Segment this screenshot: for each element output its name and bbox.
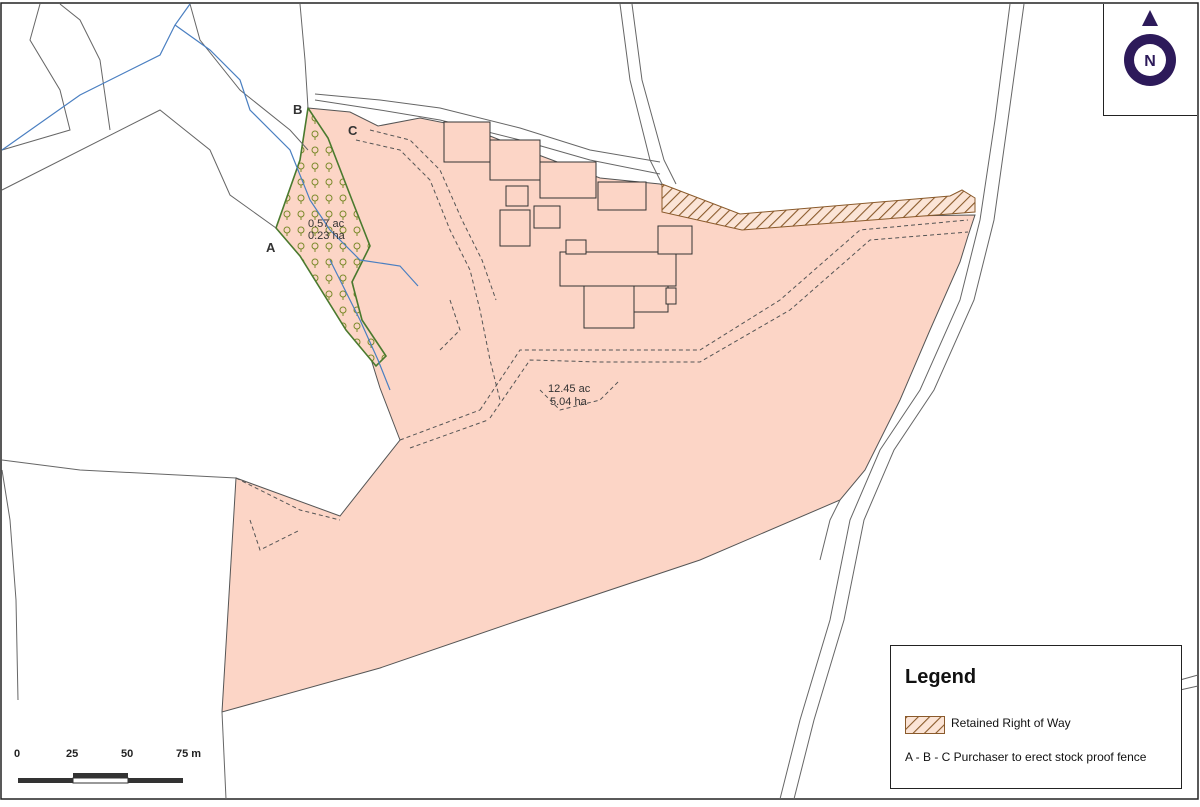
legend-item-right-of-way: Retained Right of Way	[951, 716, 1071, 730]
point-a-label: A	[266, 240, 276, 255]
right-of-way-swatch	[905, 716, 945, 734]
main-acres-label: 12.45 ac	[548, 383, 591, 395]
legend-panel: Legend Retained Right of Way A - B - C P…	[890, 645, 1182, 789]
north-arrow-icon: N	[1124, 10, 1176, 86]
woodland-acres-label: 0.57 ac	[308, 218, 345, 230]
scale-bar-graphic	[18, 773, 183, 784]
point-c-label: C	[348, 123, 358, 138]
legend-title: Legend	[905, 666, 977, 688]
north-letter: N	[1144, 53, 1156, 70]
point-b-label: B	[293, 102, 302, 117]
legend-item-fence: A - B - C Purchaser to erect stock proof…	[905, 750, 1147, 764]
woodland-hectares-label: 0.23 ha	[308, 230, 346, 242]
scale-bar: 0 25 50 75 m	[14, 748, 214, 788]
main-hectares-label: 5.04 ha	[550, 396, 588, 408]
north-arrow-panel: N	[1103, 4, 1197, 116]
